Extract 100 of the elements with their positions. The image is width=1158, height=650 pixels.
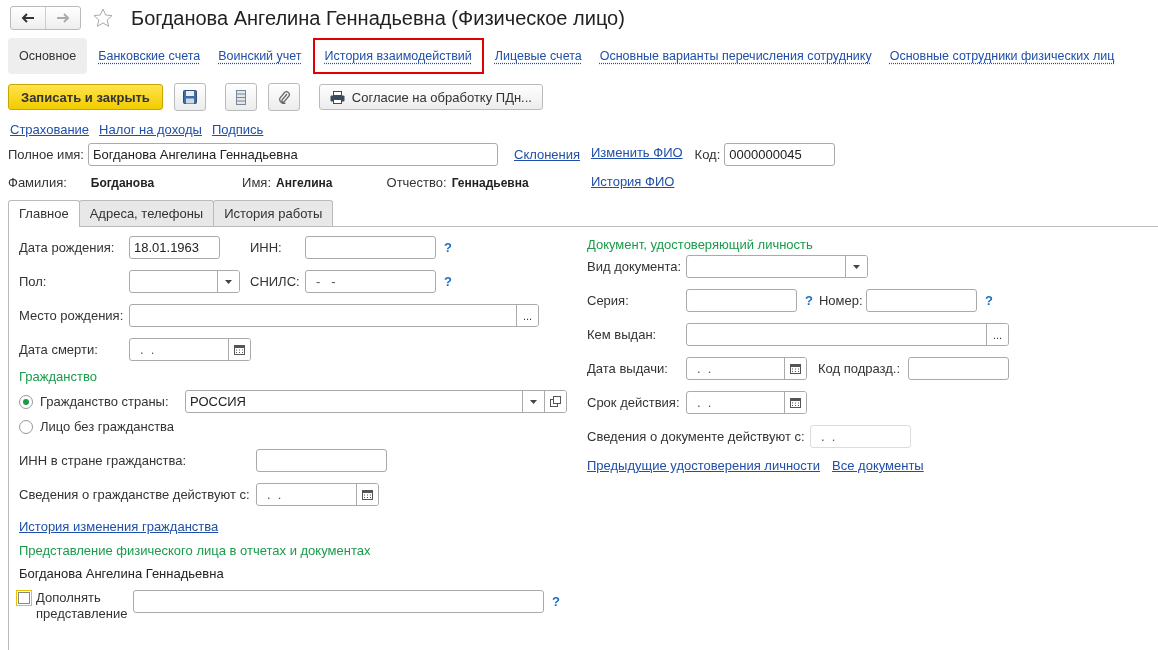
- choose-button[interactable]: ...: [986, 324, 1008, 345]
- section-link[interactable]: Банковские счета: [91, 38, 208, 74]
- calendar-button[interactable]: [356, 484, 378, 505]
- field-label: Дата смерти:: [19, 342, 99, 357]
- issue-date-field[interactable]: . .: [686, 357, 807, 380]
- help-link[interactable]: ?: [805, 293, 813, 308]
- name-part-value: Ангелина: [276, 175, 333, 190]
- save-and-close-button[interactable]: Записать и закрыть: [8, 84, 163, 110]
- birth-date-field[interactable]: 18.01.1963: [129, 236, 220, 259]
- window-title: Богданова Ангелина Геннадьевна (Физическое лицо): [131, 6, 625, 30]
- document-type-field[interactable]: [686, 255, 868, 278]
- document-link[interactable]: Все документы: [832, 458, 924, 473]
- save-button[interactable]: [173, 83, 206, 111]
- field-label: ИНН в стране гражданства:: [19, 453, 188, 468]
- star-icon[interactable]: [93, 8, 113, 28]
- code-field[interactable]: 0000000045: [724, 143, 836, 166]
- tab[interactable]: Главное: [8, 200, 80, 227]
- foreign-inn-field[interactable]: [256, 449, 387, 472]
- tab[interactable]: Адреса, телефоны: [78, 200, 215, 226]
- radio-button[interactable]: [19, 394, 33, 409]
- field-label: Фамилия:: [8, 175, 67, 190]
- section-link[interactable]: Основные варианты перечисления сотруднику: [592, 38, 879, 74]
- list-icon: [235, 89, 246, 105]
- field-label: Сведения о гражданстве действуют с:: [19, 487, 251, 502]
- section-heading: Документ, удостоверяющий личность: [587, 237, 814, 252]
- help-link[interactable]: ?: [984, 293, 993, 308]
- calendar-icon: [234, 344, 245, 355]
- dropdown-button[interactable]: [845, 256, 867, 277]
- section-link[interactable]: Основные сотрудники физических лиц: [882, 38, 1122, 74]
- section-link[interactable]: История взаимодействий: [312, 38, 484, 74]
- birth-place-field[interactable]: ...: [129, 304, 539, 327]
- form-link[interactable]: Страхование: [10, 122, 90, 137]
- section-link[interactable]: Воинский учет: [211, 38, 309, 74]
- field-label: Дата рождения:: [19, 240, 116, 255]
- field-label: Код подразд.:: [818, 361, 902, 376]
- choose-button[interactable]: ...: [516, 305, 538, 326]
- attach-button[interactable]: [267, 83, 300, 111]
- section-heading: Гражданство: [19, 369, 98, 384]
- change-name-link[interactable]: Изменить ФИО: [591, 145, 683, 160]
- section-link[interactable]: Основное: [8, 38, 88, 74]
- field-label: Серия:: [587, 293, 630, 308]
- calendar-button[interactable]: [784, 392, 806, 413]
- field-label: Номер:: [818, 293, 864, 308]
- field-label: ИНН:: [250, 240, 283, 255]
- field-label: Сведения о документе действуют с:: [587, 429, 806, 444]
- field-label: Полное имя:: [8, 147, 85, 162]
- forward-arrow-icon: [56, 13, 70, 23]
- field-label: Дата выдачи:: [587, 361, 669, 376]
- form-link[interactable]: Подпись: [211, 122, 264, 137]
- calendar-button[interactable]: [228, 339, 250, 360]
- calendar-icon: [362, 489, 373, 500]
- open-button[interactable]: [544, 391, 566, 412]
- field-label: Вид документа:: [587, 259, 683, 274]
- field-label: Пол:: [19, 274, 48, 289]
- paperclip-icon: [277, 90, 290, 104]
- back-arrow-icon: [21, 13, 35, 23]
- list-button[interactable]: [224, 83, 257, 111]
- department-code-field[interactable]: [908, 357, 1009, 380]
- gender-field[interactable]: [129, 270, 240, 293]
- presentation-text: Богданова Ангелина Геннадьевна: [19, 566, 225, 581]
- citizenship-history-link[interactable]: История изменения гражданства: [19, 519, 219, 534]
- checkbox[interactable]: [16, 590, 32, 606]
- dropdown-button[interactable]: [217, 271, 239, 292]
- caret-icon: [530, 399, 537, 404]
- field-label: Место рождения:: [19, 308, 125, 323]
- section-heading: Представление физического лица в отчетах и документах: [19, 543, 372, 558]
- field-label: Отчество:: [386, 175, 447, 190]
- field-label: Имя:: [242, 175, 271, 190]
- issued-by-field[interactable]: ...: [686, 323, 1009, 346]
- name-part-value: Геннадьевна: [451, 175, 529, 190]
- help-link[interactable]: ?: [444, 274, 452, 289]
- full-name-field[interactable]: Богданова Ангелина Геннадьевна: [88, 143, 498, 166]
- snils-field[interactable]: - -: [305, 270, 436, 293]
- number-field[interactable]: [865, 289, 977, 312]
- field-label: Срок действия:: [587, 395, 681, 410]
- name-history-link[interactable]: История ФИО: [591, 174, 675, 189]
- caret-icon: [225, 279, 232, 284]
- calendar-button[interactable]: [784, 358, 806, 379]
- section-link[interactable]: Лицевые счета: [487, 38, 589, 74]
- print-button[interactable]: Согласие на обработку ПДн...: [318, 84, 543, 110]
- form-link[interactable]: Налог на доходы: [99, 122, 202, 137]
- help-link[interactable]: ?: [552, 594, 560, 609]
- country-field[interactable]: РОССИЯ: [185, 390, 567, 413]
- series-field[interactable]: [686, 289, 797, 312]
- tab[interactable]: История работы: [213, 200, 334, 226]
- citizenship-date-field[interactable]: . .: [256, 483, 379, 506]
- declensions-link[interactable]: Склонения: [514, 147, 581, 162]
- document-link[interactable]: Предыдущие удостоверения личности: [587, 458, 821, 473]
- radio-label: Гражданство страны:: [40, 394, 170, 409]
- help-link[interactable]: ?: [444, 240, 452, 255]
- inn-field[interactable]: [305, 236, 436, 259]
- presentation-field[interactable]: [133, 590, 544, 613]
- name-part-value: Богданова: [90, 175, 155, 190]
- field-label: Кем выдан:: [587, 327, 658, 342]
- death-date-field[interactable]: . .: [129, 338, 251, 361]
- calendar-icon: [790, 363, 801, 374]
- checkbox-label: Дополнять представление: [36, 590, 129, 622]
- open-icon: [550, 396, 561, 407]
- valid-until-field[interactable]: . .: [686, 391, 807, 414]
- radio-button[interactable]: [19, 419, 33, 434]
